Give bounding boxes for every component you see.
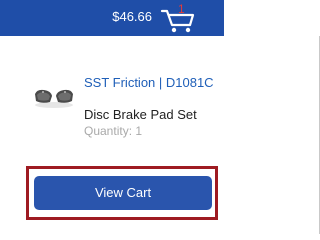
cart-count-badge: 1 [178, 2, 185, 16]
product-quantity: Quantity: 1 [84, 124, 143, 138]
cart-button[interactable]: 1 [160, 2, 200, 33]
product-thumbnail[interactable] [32, 86, 76, 110]
view-cart-button[interactable]: View Cart [34, 176, 212, 210]
brake-pad-image [35, 89, 73, 108]
product-title-link[interactable]: SST Friction | D1081C [84, 75, 214, 91]
cart-header: $46.66 1 [0, 0, 224, 36]
product-description: Disc Brake Pad Set [84, 107, 197, 122]
cart-total-price: $46.66 [112, 9, 152, 24]
